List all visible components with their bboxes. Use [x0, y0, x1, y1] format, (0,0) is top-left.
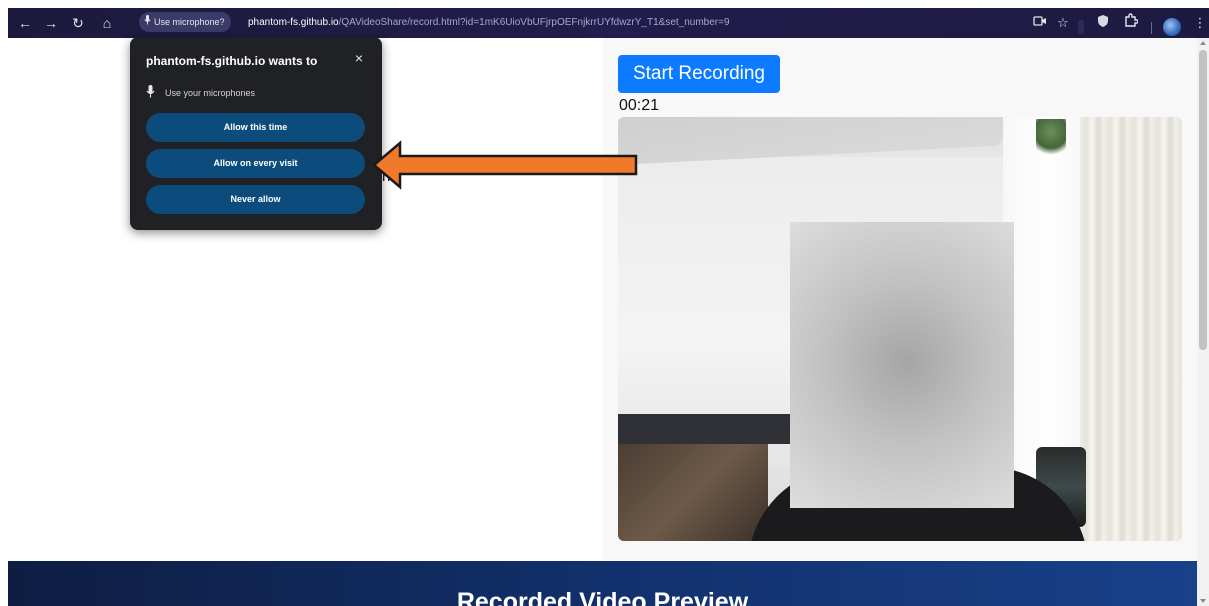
scroll-thumb[interactable]: [1199, 50, 1207, 350]
more-menu-icon[interactable]: ⋮: [1189, 12, 1209, 34]
recorded-preview-banner: Recorded Video Preview: [8, 561, 1197, 606]
recording-timer: 00:21: [619, 97, 660, 114]
url-domain: phantom-fs.github.io: [248, 17, 339, 28]
banner-title: Recorded Video Preview: [456, 588, 749, 606]
webcam-video-preview: [618, 117, 1182, 541]
video-plant: [1036, 119, 1066, 161]
close-icon[interactable]: ×: [350, 49, 368, 67]
face-blur-overlay: [790, 222, 1014, 508]
video-curtain: [1080, 117, 1182, 541]
camera-icon[interactable]: [1029, 12, 1051, 34]
profile-avatar[interactable]: [1163, 18, 1181, 36]
address-bar[interactable]: phantom-fs.github.io/QAVideoShare/record…: [248, 12, 730, 34]
scroll-up-arrow-icon[interactable]: [1200, 41, 1206, 45]
shield-icon[interactable]: [1092, 12, 1114, 34]
permission-label: Use your microphones: [165, 88, 256, 98]
url-path: /QAVideoShare/record.html?id=1mK6UioVbUF…: [338, 17, 730, 28]
microphone-chip-label: Use microphone?: [154, 17, 225, 27]
permission-request: Use your microphones: [146, 85, 255, 101]
start-recording-button[interactable]: Start Recording: [618, 55, 780, 93]
back-arrow-icon[interactable]: ←: [14, 12, 36, 34]
reload-icon[interactable]: ↻: [67, 12, 89, 34]
microphone-icon: [144, 12, 151, 32]
allow-on-every-visit-button[interactable]: Allow on every visit: [146, 149, 365, 178]
browser-toolbar: ← → ↻ ⌂ Use microphone? phantom-fs.githu…: [8, 8, 1209, 38]
forward-arrow-icon[interactable]: →: [40, 12, 62, 34]
star-icon[interactable]: ☆: [1052, 12, 1074, 34]
home-icon[interactable]: ⌂: [96, 12, 118, 34]
pill-indicator-icon: [1078, 20, 1084, 34]
allow-this-time-button[interactable]: Allow this time: [146, 113, 365, 142]
microphone-permission-dialog: phantom-fs.github.io wants to × Use your…: [130, 37, 382, 230]
toolbar-separator: [1151, 22, 1152, 34]
video-furniture: [618, 444, 768, 541]
dialog-title: phantom-fs.github.io wants to: [146, 54, 318, 68]
microphone-icon: [146, 85, 155, 101]
microphone-permission-chip[interactable]: Use microphone?: [139, 12, 231, 32]
page-scrollbar[interactable]: [1197, 38, 1209, 606]
scroll-down-arrow-icon[interactable]: [1200, 599, 1206, 603]
never-allow-button[interactable]: Never allow: [146, 185, 365, 214]
annotation-arrow-icon: [372, 140, 638, 190]
extensions-icon[interactable]: [1120, 12, 1142, 34]
